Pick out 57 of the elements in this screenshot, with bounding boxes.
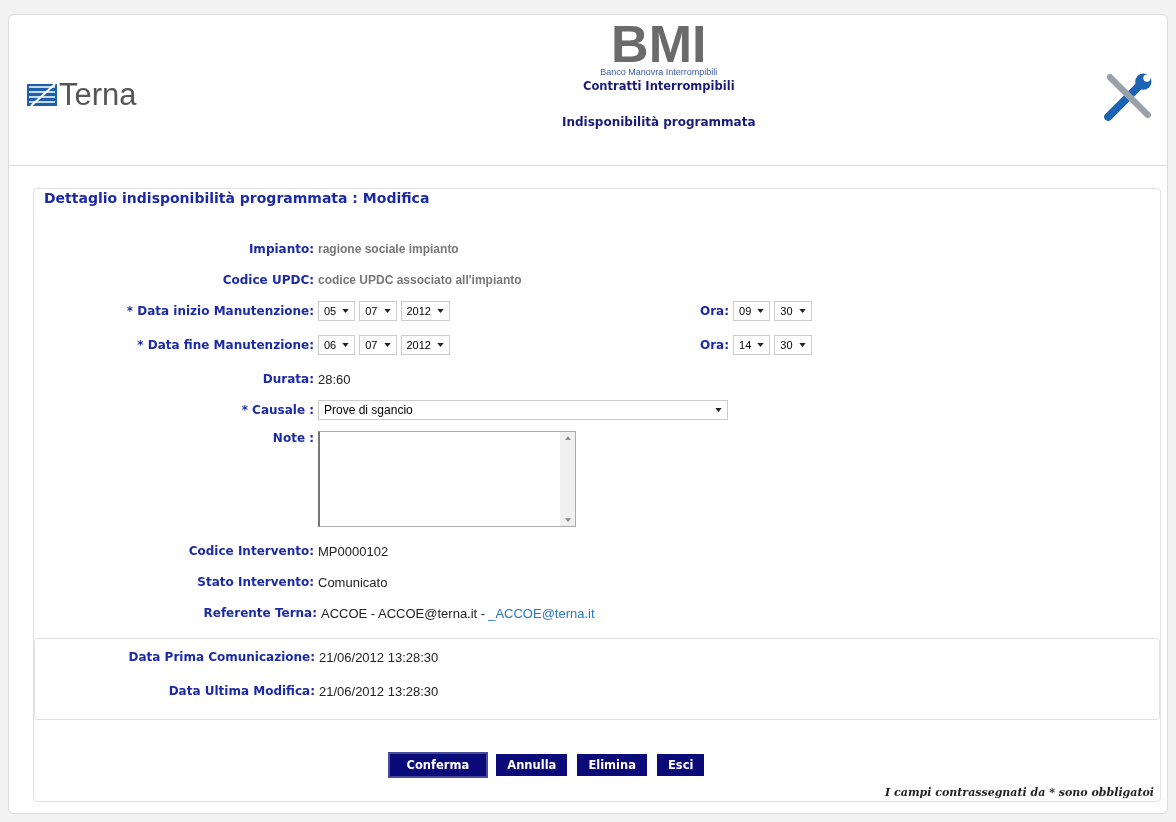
time-dropdown[interactable]: 09 bbox=[733, 301, 771, 321]
email-link[interactable]: _ACCOE@terna.it bbox=[488, 605, 595, 621]
caret-icon bbox=[383, 309, 391, 313]
field-label: Codice Intervento: bbox=[187, 544, 315, 558]
time-dropdown[interactable]: 30 bbox=[774, 301, 812, 321]
field-label: Data Ultima Modifica: bbox=[167, 684, 316, 698]
field-label: Codice UPDC: bbox=[221, 273, 315, 287]
field-label: Data Prima Comunicazione: bbox=[127, 650, 316, 664]
caret-icon bbox=[798, 309, 806, 313]
caret-icon bbox=[437, 343, 444, 347]
time-label: Ora: bbox=[700, 338, 730, 352]
field-value: 28:60 bbox=[318, 371, 351, 387]
field-value: MP0000102 bbox=[318, 543, 389, 559]
field-label: * Data fine Manutenzione: bbox=[136, 338, 315, 352]
caret-icon bbox=[383, 343, 391, 347]
action-button[interactable]: Annulla bbox=[496, 754, 568, 776]
action-button[interactable]: Elimina bbox=[577, 754, 647, 776]
app-subtitle: Banco Manovra Interrompibili bbox=[600, 67, 718, 77]
date-dropdown[interactable]: 05 bbox=[318, 301, 356, 321]
section-title: Contratti Interrompibili bbox=[582, 79, 735, 93]
caret-icon bbox=[757, 309, 765, 313]
caret-icon bbox=[798, 343, 806, 347]
field-label: * Causale : bbox=[240, 403, 315, 417]
caret-icon bbox=[437, 309, 444, 313]
action-button[interactable]: Conferma bbox=[389, 754, 487, 776]
field-label: Stato Intervento: bbox=[196, 575, 315, 589]
field-value: 21/06/2012 13:28:30 bbox=[319, 649, 439, 665]
date-dropdown[interactable]: 07 bbox=[359, 335, 397, 355]
page-title: Indisponibilità programmata bbox=[561, 115, 756, 129]
scroll-down-icon[interactable] bbox=[564, 518, 571, 522]
scroll-up-icon[interactable] bbox=[564, 436, 571, 440]
note-field[interactable] bbox=[318, 431, 576, 527]
date-dropdown[interactable]: 2012 bbox=[400, 335, 450, 355]
time-dropdown[interactable]: 30 bbox=[774, 335, 812, 355]
date-dropdown[interactable]: 06 bbox=[318, 335, 356, 355]
caret-icon bbox=[342, 343, 350, 347]
date-dropdown[interactable]: 07 bbox=[359, 301, 397, 321]
causale-dropdown[interactable]: Prove di sgancio bbox=[318, 400, 728, 420]
field-label: Referente Terna: bbox=[202, 606, 318, 620]
caret-icon bbox=[715, 408, 722, 412]
logo-icon bbox=[27, 84, 57, 106]
date-dropdown[interactable]: 2012 bbox=[400, 301, 450, 321]
field-value: Comunicato bbox=[318, 574, 388, 590]
field-value: ACCOE - ACCOE@terna.it - bbox=[321, 605, 486, 621]
required-note: I campi contrassegnati da * sono obbligatoi bbox=[885, 786, 1154, 799]
field-label: Note : bbox=[271, 431, 315, 445]
time-dropdown[interactable]: 14 bbox=[733, 335, 771, 355]
action-button[interactable]: Esci bbox=[657, 754, 705, 776]
time-label: Ora: bbox=[700, 304, 730, 318]
caret-icon bbox=[342, 309, 350, 313]
app-name: BMI bbox=[611, 21, 707, 67]
field-label: Impianto: bbox=[247, 242, 315, 256]
field-label: * Data inizio Manutenzione: bbox=[125, 304, 315, 318]
field-value: 21/06/2012 13:28:30 bbox=[319, 683, 439, 699]
caret-icon bbox=[757, 343, 765, 347]
field-label: Durata: bbox=[261, 372, 315, 386]
logo-text: Terna bbox=[59, 77, 137, 113]
